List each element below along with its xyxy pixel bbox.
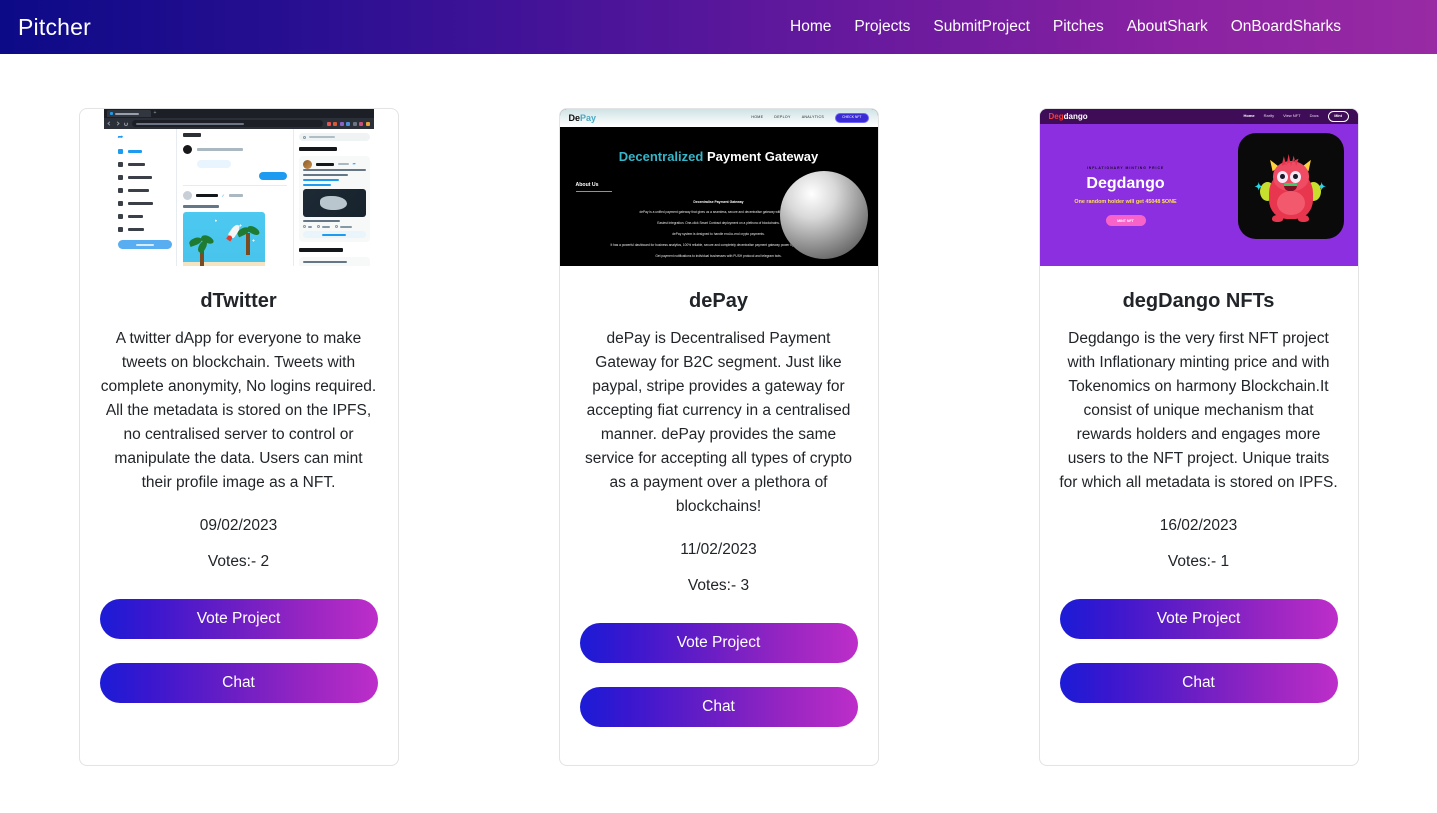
project-card-grid: + ➦ ✓ ➦ dTwitter A twitter dApp for ever… [0,54,1437,766]
project-votes: Votes:- 1 [1167,553,1230,570]
project-description: Degdango is the very first NFT project w… [1059,330,1338,491]
vote-project-button[interactable]: Vote Project [1059,599,1338,639]
project-preview-image-dtwitter: + ➦ ✓ ➦ [103,109,374,266]
top-navbar: Pitcher Home Projects SubmitProject Pitc… [0,0,1437,54]
vote-project-button[interactable]: Vote Project [579,623,858,663]
degdango-menu-docs: Docs [1309,113,1319,119]
depay-about-tab: About Us [575,182,612,193]
project-description: A twitter dApp for everyone to make twee… [100,330,377,491]
degdango-logo: Degdango [1048,111,1088,121]
depay-menu-deploy: DEPLOY [774,115,791,120]
project-date: 11/02/2023 [680,541,757,558]
degdango-subline: One random holder will get 45048 $ONE [1074,199,1177,206]
degdango-title: Degdango [1086,175,1165,193]
project-description: dePay is Decentralised Payment Gateway f… [584,330,853,515]
depay-logo: DePay [568,112,597,123]
depay-heading: Decentralized Payment Gateway [618,149,819,164]
degdango-mint-nav-button: Mint [1327,111,1349,122]
project-title: dTwitter [200,290,277,312]
project-preview-image-degdango: Degdango Home Rarity View NFT Docs Mint … [1039,109,1358,266]
degdango-menu-viewnft: View NFT [1283,113,1301,119]
project-date: 16/02/2023 [1159,517,1238,534]
project-title: dePay [689,290,748,312]
degdango-mint-button: MINT NFT [1105,215,1146,227]
nav-links: Home Projects SubmitProject Pitches Abou… [790,19,1419,35]
depay-menu-home: HOME [751,115,764,120]
project-title: degDango NFTs [1122,290,1275,312]
nav-link-projects[interactable]: Projects [854,19,910,35]
nav-link-home[interactable]: Home [790,19,831,35]
depay-menu-analytics: ANALYTICS [801,115,825,120]
nav-link-submitproject[interactable]: SubmitProject [933,19,1029,35]
depay-sphere-graphic [779,171,868,259]
nav-link-onboardsharks[interactable]: OnBoardSharks [1231,19,1341,35]
project-card: DePay HOME DEPLOY ANALYTICS CHECK NFT De… [558,108,879,766]
project-votes: Votes:- 3 [687,577,750,594]
degdango-menu-home: Home [1243,113,1255,119]
brand-logo[interactable]: Pitcher [14,15,91,39]
degdango-nft-artwork: ✦ ✦ [1237,133,1344,239]
chat-button[interactable]: Chat [579,687,858,727]
project-card: Degdango Home Rarity View NFT Docs Mint … [1038,108,1359,766]
degdango-kicker: INFLATIONARY MINTING PRICE [1086,166,1165,170]
nav-link-aboutshark[interactable]: AboutShark [1127,19,1208,35]
chat-button[interactable]: Chat [99,663,378,703]
project-date: 09/02/2023 [199,517,278,534]
nav-link-pitches[interactable]: Pitches [1053,19,1104,35]
degdango-menu-rarity: Rarity [1263,113,1275,119]
project-preview-image-depay: DePay HOME DEPLOY ANALYTICS CHECK NFT De… [559,109,878,266]
depay-cta-button: CHECK NFT [835,112,869,124]
vote-project-button[interactable]: Vote Project [99,599,378,639]
project-card: + ➦ ✓ ➦ dTwitter A twitter dApp for ever… [78,108,399,766]
chat-button[interactable]: Chat [1059,663,1338,703]
project-votes: Votes:- 2 [207,553,270,570]
